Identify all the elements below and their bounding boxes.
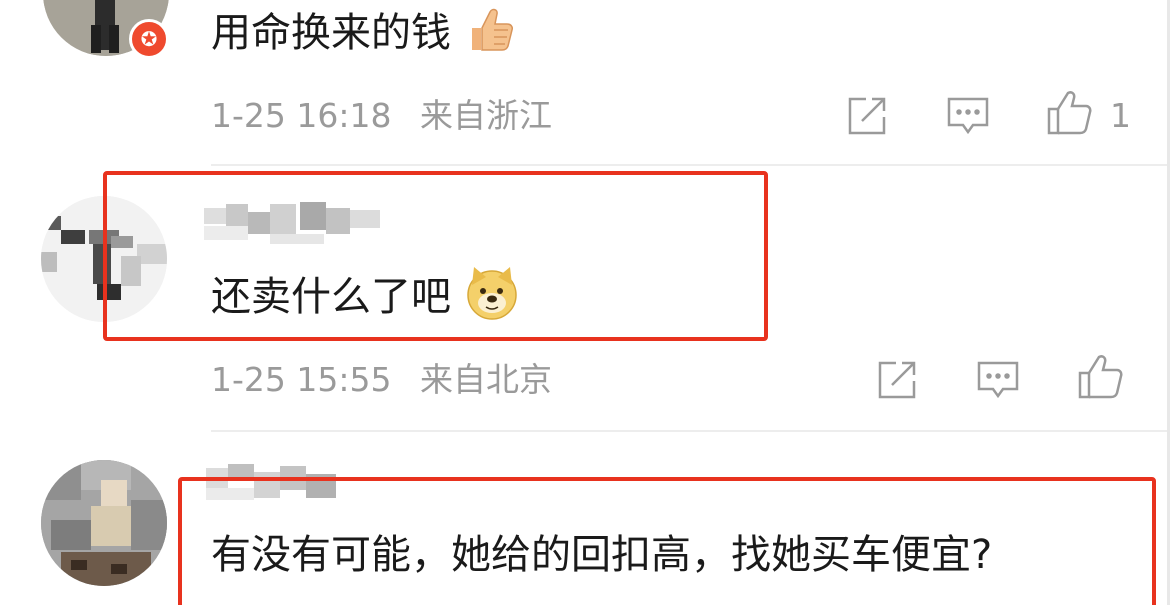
comment-list: ✪ 用命换来的钱 1-25 16:18 来自浙江 1 还卖什么了吧 1-25 1… <box>0 0 1170 605</box>
thumbs-up-emoji <box>464 4 514 66</box>
like-icon[interactable] <box>1077 353 1123 399</box>
comment-meta: 1-25 15:55 来自北京 <box>211 360 552 400</box>
comment-time: 1-25 15:55 <box>211 360 392 399</box>
comment-time: 1-25 16:18 <box>211 96 392 135</box>
comment-item: ✪ 用命换来的钱 1-25 16:18 来自浙江 1 <box>0 0 1170 165</box>
comment-location: 来自北京 <box>420 360 552 399</box>
comment-location: 来自浙江 <box>420 96 552 135</box>
reply-icon[interactable] <box>975 357 1021 403</box>
avatar[interactable] <box>41 460 167 586</box>
share-icon[interactable] <box>844 93 890 139</box>
reply-icon[interactable] <box>945 93 991 139</box>
comment-text: 用命换来的钱 <box>211 4 514 66</box>
verified-badge-icon: ✪ <box>129 19 169 59</box>
like-icon[interactable] <box>1046 89 1092 135</box>
share-icon[interactable] <box>874 357 920 403</box>
highlight-box <box>103 171 768 341</box>
comment-meta: 1-25 16:18 来自浙江 <box>211 96 552 136</box>
like-count: 1 <box>1110 96 1131 135</box>
highlight-box <box>178 477 1156 605</box>
